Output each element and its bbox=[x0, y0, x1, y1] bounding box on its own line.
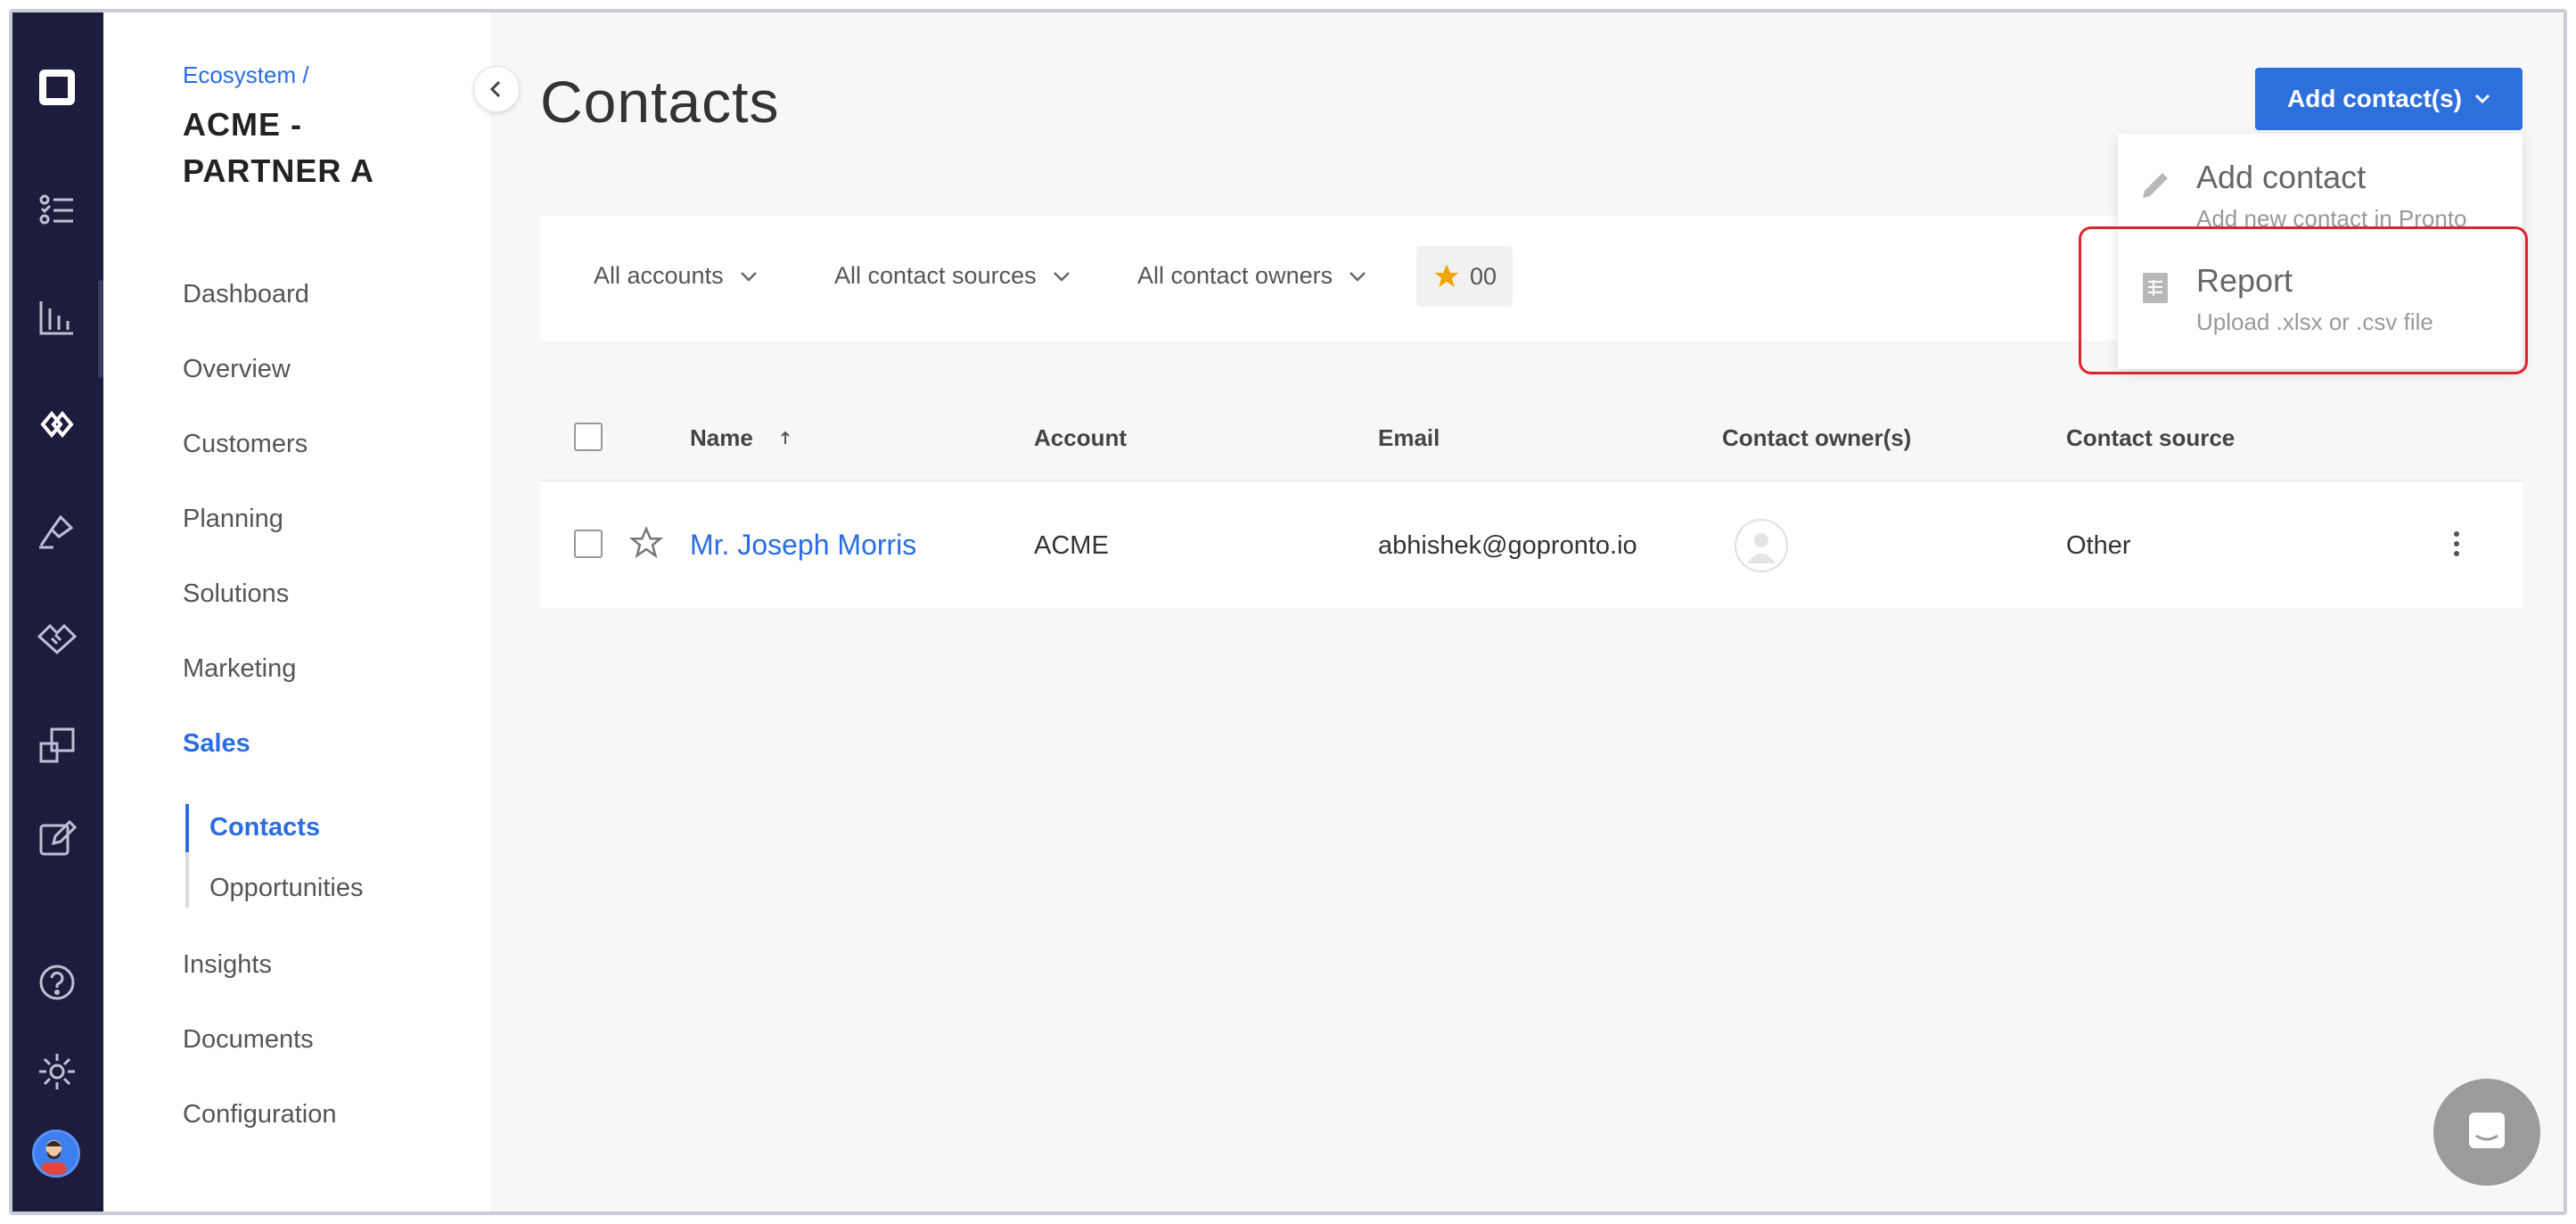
org-title: ACME - PARTNER A bbox=[183, 106, 374, 189]
favorites-count: 00 bbox=[1469, 262, 1497, 290]
chevron-down-icon bbox=[1053, 271, 1070, 282]
accounts-filter[interactable]: All accounts bbox=[594, 262, 758, 290]
add-contacts-label: Add contact(s) bbox=[2287, 85, 2462, 112]
column-name-label: Name bbox=[690, 424, 753, 451]
chat-icon bbox=[2469, 1113, 2505, 1148]
owners-filter[interactable]: All contact owners bbox=[1137, 262, 1366, 290]
report-highlight-outline bbox=[2079, 226, 2528, 374]
subnav-opportunities[interactable]: Opportunities bbox=[209, 874, 364, 903]
contact-email: abhishek@gopronto.io bbox=[1378, 531, 1637, 560]
owner-avatar-icon[interactable] bbox=[1735, 519, 1788, 572]
subnav-active-indicator bbox=[185, 804, 189, 852]
section-sidebar: Ecosystem / ACME - PARTNER A Dashboard O… bbox=[103, 12, 520, 1212]
chevron-down-icon bbox=[740, 271, 757, 282]
accounts-filter-label: All accounts bbox=[594, 262, 724, 289]
sources-filter-label: All contact sources bbox=[834, 262, 1037, 289]
breadcrumb[interactable]: Ecosystem / bbox=[183, 62, 309, 89]
column-account[interactable]: Account bbox=[1034, 424, 1127, 452]
ecosystem-icon[interactable] bbox=[34, 401, 80, 448]
chevron-left-icon bbox=[489, 80, 501, 98]
select-all-checkbox[interactable] bbox=[574, 423, 603, 451]
nav-insights[interactable]: Insights bbox=[183, 950, 272, 980]
owners-filter-label: All contact owners bbox=[1137, 262, 1333, 289]
add-contacts-button[interactable]: Add contact(s) bbox=[2255, 68, 2523, 130]
star-outline-icon[interactable] bbox=[629, 526, 663, 560]
column-email[interactable]: Email bbox=[1378, 424, 1440, 452]
sort-ascending-icon bbox=[781, 431, 790, 444]
logo-icon[interactable] bbox=[34, 64, 80, 111]
nav-solutions[interactable]: Solutions bbox=[183, 579, 289, 609]
nav-marketing[interactable]: Marketing bbox=[183, 654, 296, 684]
handshake-icon[interactable] bbox=[34, 613, 80, 660]
contact-account: ACME bbox=[1034, 531, 1109, 560]
collapse-sidebar-button[interactable] bbox=[473, 66, 520, 112]
nav-sales[interactable]: Sales bbox=[183, 729, 250, 759]
page-title: Contacts bbox=[540, 69, 780, 135]
pen-icon[interactable] bbox=[34, 508, 80, 554]
favorites-filter[interactable]: 00 bbox=[1416, 246, 1513, 307]
checklist-icon[interactable] bbox=[34, 187, 80, 234]
nav-documents[interactable]: Documents bbox=[183, 1025, 314, 1055]
chevron-down-icon bbox=[1350, 271, 1366, 282]
contacts-table: Name Account Email Contact owner(s) Cont… bbox=[540, 392, 2523, 608]
nav-customers[interactable]: Customers bbox=[183, 430, 308, 459]
analytics-icon[interactable] bbox=[34, 294, 80, 341]
star-icon bbox=[1434, 264, 1459, 287]
app-window: Ecosystem / ACME - PARTNER A Dashboard O… bbox=[9, 9, 2567, 1215]
icon-rail bbox=[12, 12, 103, 1212]
nav-overview[interactable]: Overview bbox=[183, 355, 291, 384]
column-name[interactable]: Name bbox=[690, 424, 792, 452]
sources-filter[interactable]: All contact sources bbox=[834, 262, 1071, 290]
nav-configuration[interactable]: Configuration bbox=[183, 1100, 337, 1130]
nav-planning[interactable]: Planning bbox=[183, 505, 283, 534]
column-owners[interactable]: Contact owner(s) bbox=[1722, 424, 1911, 452]
nav-dashboard[interactable]: Dashboard bbox=[183, 280, 309, 309]
edit-icon[interactable] bbox=[34, 815, 80, 861]
user-avatar[interactable] bbox=[32, 1130, 80, 1178]
chevron-down-icon bbox=[2474, 94, 2490, 104]
table-header: Name Account Email Contact owner(s) Cont… bbox=[540, 392, 2523, 481]
pencil-icon bbox=[2143, 173, 2168, 198]
menu-item-title: Add contact bbox=[2196, 159, 2367, 195]
pages-icon[interactable] bbox=[34, 722, 80, 768]
settings-icon[interactable] bbox=[34, 1048, 80, 1095]
row-checkbox[interactable] bbox=[574, 530, 603, 558]
subnav-contacts[interactable]: Contacts bbox=[209, 813, 320, 842]
contact-source: Other bbox=[2066, 531, 2131, 560]
contact-name-link[interactable]: Mr. Joseph Morris bbox=[690, 529, 916, 562]
menu-item-add-contact[interactable]: Add contact Add new contact in Pronto bbox=[2118, 134, 2523, 237]
chat-launcher-button[interactable] bbox=[2433, 1079, 2540, 1186]
more-options-icon[interactable] bbox=[2451, 530, 2462, 558]
column-source[interactable]: Contact source bbox=[2066, 424, 2235, 452]
help-icon[interactable] bbox=[34, 959, 80, 1006]
